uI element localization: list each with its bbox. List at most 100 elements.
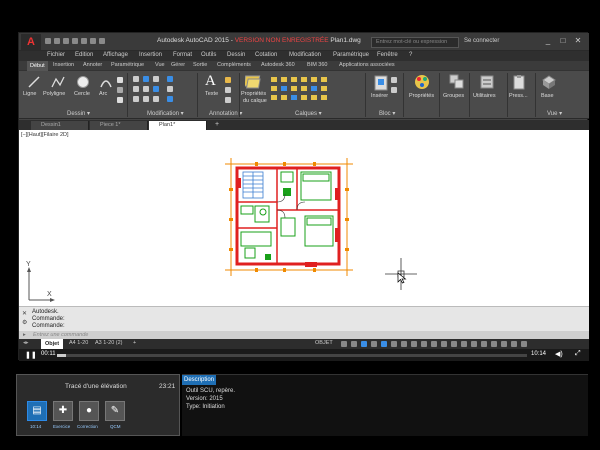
- edit-block-icon[interactable]: [391, 87, 397, 93]
- copy-icon[interactable]: [133, 86, 139, 92]
- snap-toggle-icon[interactable]: [351, 341, 357, 347]
- layer-icon[interactable]: [311, 95, 317, 100]
- hardware-acceleration-icon[interactable]: [501, 341, 507, 347]
- quick-properties-icon[interactable]: [471, 341, 477, 347]
- doc-tab-dessin1[interactable]: Dessin1: [31, 121, 89, 130]
- layer-icon[interactable]: [291, 77, 297, 82]
- transparency-toggle-icon[interactable]: [411, 341, 417, 347]
- create-block-icon[interactable]: [391, 77, 397, 83]
- layer-icon[interactable]: [271, 77, 277, 82]
- fullscreen-icon[interactable]: ⤢: [575, 350, 581, 358]
- layer-icon[interactable]: [281, 95, 287, 100]
- selection-cycling-icon[interactable]: [421, 341, 427, 347]
- layer-icon[interactable]: [301, 95, 307, 100]
- hatch-tool-icon[interactable]: [117, 87, 123, 93]
- doc-tab-piece1[interactable]: Piece 1*: [90, 121, 148, 130]
- volume-icon[interactable]: ◀): [555, 350, 563, 358]
- menu-outils[interactable]: Outils: [201, 52, 216, 58]
- tab-vue[interactable]: Vue: [155, 62, 165, 68]
- units-icon[interactable]: [461, 341, 467, 347]
- panel-calques[interactable]: Calques ▾: [295, 110, 322, 117]
- menu-dessin[interactable]: Dessin: [227, 52, 245, 58]
- redo-icon[interactable]: [99, 38, 105, 44]
- customize-icon[interactable]: [521, 341, 527, 347]
- tab-objet[interactable]: Objet: [41, 339, 64, 349]
- annotation-monitor-icon[interactable]: [451, 341, 457, 347]
- wrench-icon[interactable]: ⚙: [22, 319, 27, 326]
- fillet-icon[interactable]: [153, 86, 159, 92]
- insert-block-icon[interactable]: [373, 74, 389, 92]
- tab-parametrique[interactable]: Paramétrique: [111, 62, 144, 68]
- doc-tab-plan1[interactable]: Plan1*: [149, 121, 207, 130]
- menu-fichier[interactable]: Fichier: [47, 52, 65, 58]
- maximize-button[interactable]: □: [556, 35, 570, 47]
- layer-icon[interactable]: [281, 86, 287, 91]
- circle-tool-icon[interactable]: [76, 75, 90, 89]
- layer-icon[interactable]: [321, 86, 327, 91]
- mirror-icon[interactable]: [143, 86, 149, 92]
- layer-icon[interactable]: [291, 86, 297, 91]
- panel-bloc[interactable]: Bloc ▾: [379, 110, 395, 117]
- progress-track[interactable]: [57, 354, 527, 357]
- otrack-toggle-icon[interactable]: [391, 341, 397, 347]
- print-icon[interactable]: [81, 38, 87, 44]
- tab-autodesk360[interactable]: Autodesk 360: [261, 62, 295, 68]
- ortho-toggle-icon[interactable]: [361, 341, 367, 347]
- menu-help[interactable]: ?: [409, 52, 412, 58]
- menu-format[interactable]: Format: [173, 52, 192, 58]
- add-layout-icon[interactable]: +: [133, 340, 136, 346]
- explode-icon[interactable]: [167, 86, 173, 92]
- quiz-icon[interactable]: ✎: [105, 401, 125, 421]
- tab-gerer[interactable]: Gérer: [171, 62, 185, 68]
- text-tool-icon[interactable]: A: [205, 73, 216, 90]
- grid-toggle-icon[interactable]: [341, 341, 347, 347]
- arc-tool-icon[interactable]: [99, 75, 113, 89]
- menu-parametrique[interactable]: Paramétrique: [333, 52, 369, 58]
- viewport-controls[interactable]: [−][Haut][Filaire 2D]: [21, 132, 69, 138]
- annotation-scale-icon[interactable]: [431, 341, 437, 347]
- scale-icon[interactable]: [143, 96, 149, 102]
- new-tab-icon[interactable]: +: [215, 121, 219, 128]
- command-input[interactable]: Entrez une commande: [33, 332, 88, 338]
- groups-icon[interactable]: [449, 74, 465, 90]
- offset-icon[interactable]: [167, 96, 173, 102]
- move-icon[interactable]: [133, 76, 139, 82]
- gradient-tool-icon[interactable]: [117, 97, 123, 103]
- new-file-icon[interactable]: [45, 38, 51, 44]
- search-input[interactable]: Entrez mot-clé ou expression: [371, 37, 459, 48]
- utilities-icon[interactable]: [479, 74, 495, 90]
- close-button[interactable]: ✕: [571, 35, 585, 47]
- erase-icon[interactable]: [167, 76, 173, 82]
- tab-debut[interactable]: Début: [27, 61, 48, 71]
- layer-icon[interactable]: [321, 95, 327, 100]
- tab-a3[interactable]: A3 1-20 (2): [95, 340, 123, 346]
- tab-insertion[interactable]: Insertion: [53, 62, 74, 68]
- dimension-icon[interactable]: [225, 77, 231, 83]
- lesson-title[interactable]: Tracé d'une élévation: [65, 383, 127, 390]
- osnap-toggle-icon[interactable]: [381, 341, 387, 347]
- tab-complements[interactable]: Compléments: [217, 62, 251, 68]
- signin-button[interactable]: Se connecter: [464, 38, 499, 44]
- stretch-icon[interactable]: [133, 96, 139, 102]
- menu-cotation[interactable]: Cotation: [255, 52, 277, 58]
- tab-sortie[interactable]: Sortie: [193, 62, 207, 68]
- layer-icon[interactable]: [311, 86, 317, 91]
- save-as-icon[interactable]: [72, 38, 78, 44]
- layer-icon[interactable]: [281, 77, 287, 82]
- table-icon[interactable]: [225, 97, 231, 103]
- undo-icon[interactable]: [90, 38, 96, 44]
- lineweight-toggle-icon[interactable]: [401, 341, 407, 347]
- pause-icon[interactable]: ❚❚: [25, 351, 37, 359]
- layer-icon[interactable]: [291, 95, 297, 100]
- layer-properties-icon[interactable]: [245, 74, 263, 90]
- trim-icon[interactable]: [153, 76, 159, 82]
- tab-annoter[interactable]: Annoter: [83, 62, 102, 68]
- layer-icon[interactable]: [301, 77, 307, 82]
- film-icon[interactable]: ▤: [27, 401, 47, 421]
- tab-a4[interactable]: A4 1-20: [69, 340, 88, 346]
- tab-bim360[interactable]: BIM 360: [307, 62, 327, 68]
- lock-ui-icon[interactable]: [481, 341, 487, 347]
- panel-vue[interactable]: Vue ▾: [547, 110, 562, 117]
- minimize-button[interactable]: _: [541, 35, 555, 47]
- menu-fenetre[interactable]: Fenêtre: [377, 52, 398, 58]
